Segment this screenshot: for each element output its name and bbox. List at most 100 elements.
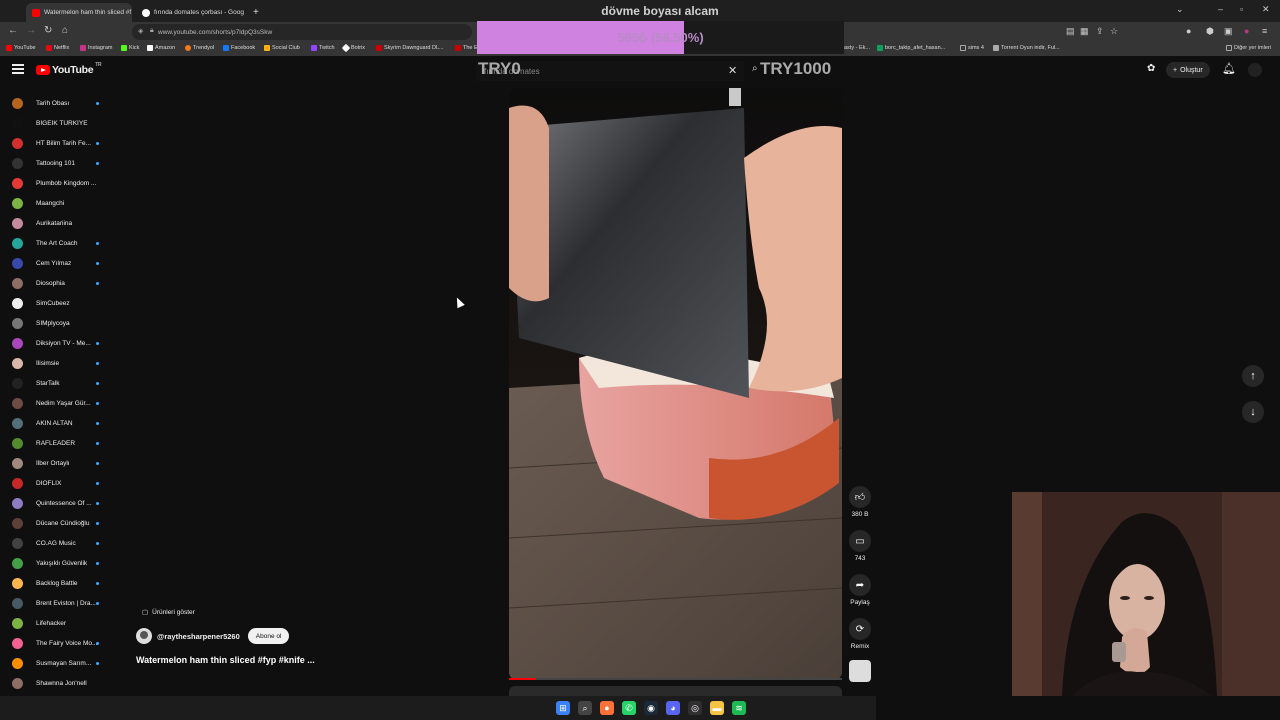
browser-tab-google[interactable]: fırında domates çorbası - Goog × xyxy=(136,3,244,22)
file-explorer-icon[interactable]: ▬ xyxy=(710,701,724,715)
sidebar-subscription-item[interactable]: Diksiyon TV - Me... xyxy=(0,333,110,353)
sidebar-subscription-item[interactable]: SimCubeez xyxy=(0,293,110,313)
sidebar-subscription-item[interactable]: Plumbob Kingdom ... xyxy=(0,173,110,193)
discord-icon[interactable]: ◕ xyxy=(666,701,680,715)
menu-icon[interactable]: ≡ xyxy=(1262,26,1267,36)
sidebar-subscription-item[interactable]: Nedim Yaşar Gür... xyxy=(0,393,110,413)
share-icon[interactable]: ⇪ xyxy=(1096,26,1104,37)
sidebar-subscription-item[interactable]: BİGEİK TÜRKİYE xyxy=(0,113,110,133)
sidebar-subscription-item[interactable]: Cem Yılmaz xyxy=(0,253,110,273)
steam-icon[interactable]: ◉ xyxy=(644,701,658,715)
sidebar-subscription-item[interactable]: Shawnna Jon'nell xyxy=(0,673,110,693)
minimize-icon[interactable]: – xyxy=(1218,4,1223,14)
sidebar-subscription-item[interactable]: AKIN ALTAN xyxy=(0,413,110,433)
forward-icon[interactable]: → xyxy=(26,25,36,36)
remix-button[interactable]: ⟳ Remix xyxy=(848,618,872,650)
address-bar[interactable]: ◈ 🔒︎ www.youtube.com/shorts/p7ldpQ3sSkw xyxy=(132,24,472,40)
sidebar-subscription-item[interactable]: Tattooing 101 xyxy=(0,153,110,173)
shorts-video-player[interactable] xyxy=(509,88,842,680)
search-icon[interactable]: ⌕ xyxy=(578,701,592,715)
subscribe-button[interactable]: Abone ol xyxy=(247,628,290,644)
sidebar-subscription-item[interactable]: DIOFLIX xyxy=(0,473,110,493)
video-progress-bar[interactable] xyxy=(509,678,842,680)
bookmark-instagram[interactable]: Instagram xyxy=(80,45,112,51)
like-button[interactable]: 👍︎ 380 B xyxy=(848,486,872,518)
next-short-preview[interactable] xyxy=(509,686,842,696)
avatar[interactable] xyxy=(1248,63,1262,77)
notifications-bell-icon[interactable]: 🔔︎ xyxy=(1222,62,1236,75)
hamburger-menu-icon[interactable] xyxy=(12,64,24,74)
sidebar-subscription-item[interactable]: Maangchi xyxy=(0,193,110,213)
bookmark-kick[interactable]: Kick xyxy=(121,45,139,51)
sidebar-subscription-item[interactable]: SIMplycoya xyxy=(0,313,110,333)
bookmark-facebook[interactable]: Facebook xyxy=(223,45,255,51)
bookmark-social-club[interactable]: Social Club xyxy=(264,45,300,51)
extensions-puzzle-icon[interactable]: ⬢ xyxy=(1206,26,1214,37)
sidebar-subscription-item[interactable]: İlber Ortaylı xyxy=(0,453,110,473)
back-icon[interactable]: ← xyxy=(8,25,18,36)
other-bookmarks[interactable]: Diğer yer imleri xyxy=(1226,45,1271,51)
profile-icon[interactable]: ▣ xyxy=(1224,26,1233,37)
sidebar-subscription-item[interactable]: Susmayan Sarım... xyxy=(0,653,110,673)
bookmark-borc-takip[interactable]: borc_takip_afet_hasan... xyxy=(877,45,945,51)
translate-icon[interactable]: ▤ xyxy=(1066,26,1075,37)
new-tab-button[interactable]: + xyxy=(250,3,264,22)
sidebar-subscription-item[interactable]: HT Bilim Tarih Fe... xyxy=(0,133,110,153)
account-icon[interactable]: ● xyxy=(1244,26,1249,36)
windows-icon[interactable]: ⊞ xyxy=(556,701,570,715)
home-icon[interactable]: ⌂ xyxy=(62,25,68,36)
bookmark-torrent[interactable]: Torrent Oyun indir, Ful... xyxy=(993,45,1060,51)
studio-icon[interactable]: ✿ xyxy=(1147,63,1155,74)
sidebar-subscription-item[interactable]: Lifehacker xyxy=(0,613,110,633)
maximize-icon[interactable]: ▫ xyxy=(1240,4,1243,14)
bookmark-botrix[interactable]: Botrix xyxy=(341,43,365,53)
sidebar-subscription-item[interactable]: Dücane Cündioğlu xyxy=(0,513,110,533)
create-button[interactable]: + Oluştur xyxy=(1166,62,1210,78)
bookmark-asty[interactable]: asty - Ek... xyxy=(844,45,870,51)
spotify-icon[interactable]: ≋ xyxy=(732,701,746,715)
youtube-logo[interactable]: YouTube TR xyxy=(36,62,102,76)
search-icon[interactable]: ⌕ xyxy=(752,63,758,74)
tab-list-icon[interactable]: ⌄ xyxy=(1176,4,1184,15)
sidebar-subscription-item[interactable]: Brent Eviston | Dra... xyxy=(0,593,110,613)
sidebar-subscription-item[interactable]: Backlog Battle xyxy=(0,573,110,593)
bookmark-trendyol[interactable]: Trendyol xyxy=(185,45,214,51)
bookmark-the-e[interactable]: The E xyxy=(455,45,478,51)
sidebar-subscription-item[interactable]: Aurikatariina xyxy=(0,213,110,233)
bookmark-star-icon[interactable]: ☆ xyxy=(1110,26,1118,37)
video-title[interactable]: Watermelon ham thin sliced #fyp #knife .… xyxy=(136,655,315,665)
bookmark-netflix[interactable]: Netflix xyxy=(46,45,69,51)
extension-icon[interactable]: ● xyxy=(1186,26,1191,36)
obs-icon[interactable]: ◎ xyxy=(688,701,702,715)
browser-tab-youtube[interactable]: Watermelon ham thin sliced #f × xyxy=(26,3,132,22)
comments-button[interactable]: ▭ 743 xyxy=(848,530,872,562)
sidebar-subscription-item[interactable]: Yakışıklı Güvenlik xyxy=(0,553,110,573)
sidebar-subscription-item[interactable]: StarTalk xyxy=(0,373,110,393)
channel-name[interactable]: @raythesharpener5260 xyxy=(157,632,240,641)
share-button[interactable]: ➦ Paylaş xyxy=(848,574,872,606)
sidebar-subscription-item[interactable]: İlisimsie xyxy=(0,353,110,373)
channel-avatar[interactable] xyxy=(136,628,152,644)
close-window-icon[interactable]: ✕ xyxy=(1262,4,1270,15)
show-products-button[interactable]: ▢ Ürünleri göster xyxy=(136,604,201,620)
reader-icon[interactable]: ▦ xyxy=(1080,26,1089,37)
bookmark-amazon[interactable]: Amazon xyxy=(147,45,175,51)
sidebar-subscription-item[interactable]: Tarih Obası xyxy=(0,93,110,113)
sound-avatar-button[interactable] xyxy=(848,660,872,682)
next-short-button[interactable]: ↓ xyxy=(1242,401,1264,423)
sidebar-subscription-item[interactable]: CO.AG Music xyxy=(0,533,110,553)
sidebar-subscription-item[interactable]: Diosophia xyxy=(0,273,110,293)
reload-icon[interactable]: ↻ xyxy=(44,25,52,36)
sidebar-subscription-item[interactable]: The Fairy Voice Mo... xyxy=(0,633,110,653)
sidebar-subscription-item[interactable]: RAFLEADER xyxy=(0,433,110,453)
sidebar-subscription-item[interactable]: Quintessence Of ... xyxy=(0,493,110,513)
bookmark-youtube[interactable]: YouTube xyxy=(6,45,36,51)
bookmark-twitch[interactable]: Twitch xyxy=(311,45,335,51)
bookmark-sims4[interactable]: sims 4 xyxy=(960,45,984,51)
previous-short-button[interactable]: ↑ xyxy=(1242,365,1264,387)
whatsapp-icon[interactable]: ✆ xyxy=(622,701,636,715)
bookmark-skyrim[interactable]: Skyrim Dawnguard DL... xyxy=(376,45,444,51)
clear-search-icon[interactable]: ✕ xyxy=(728,64,737,77)
sidebar-subscription-item[interactable]: The Art Coach xyxy=(0,233,110,253)
firefox-icon[interactable]: ● xyxy=(600,701,614,715)
